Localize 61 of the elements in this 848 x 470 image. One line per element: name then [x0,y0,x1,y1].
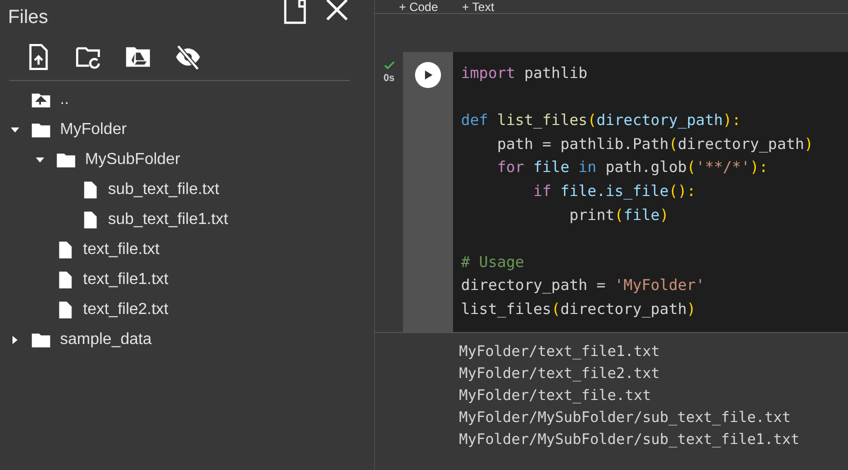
tree-item-label[interactable]: text_file2.txt [83,298,168,322]
code-token: directory_path [678,134,804,153]
code-token: 'MyFolder' [614,276,705,294]
code-token: if [532,182,552,200]
toolbar-button[interactable]: + Code [391,0,446,13]
play-icon [422,69,434,81]
code-token: file [532,158,570,176]
output-line: MyFolder/text_file2.txt [459,364,660,384]
output-line: MyFolder/text_file.txt [459,386,652,406]
tree-item-label[interactable]: text_file1.txt [83,268,168,292]
collapse-caret-icon[interactable] [35,155,45,165]
code-token: ) [686,300,696,318]
code-token: ( [686,158,696,176]
code-token: ): [750,158,768,176]
tree-item-label[interactable]: sub_text_file1.txt [108,208,228,232]
window-icon [282,0,308,26]
code-token: file.is_file [559,182,669,200]
tree-item-label[interactable]: sample_data [60,328,152,352]
code-token: ): [722,111,741,130]
toolbar-button[interactable]: + Text [454,0,502,13]
output-line: MyFolder/MySubFolder/sub_text_file1.txt [459,430,800,450]
code-token: path = pathlib.Path [496,134,669,153]
code-token: # Usage [461,252,524,271]
code-token: ( [587,111,596,130]
tree-item-label[interactable]: .. [60,88,69,112]
code-token: ) [660,206,669,224]
code-token: import [461,64,516,82]
code-token: ) [804,134,814,153]
collapse-caret-icon[interactable] [10,125,20,135]
output-line: MyFolder/MySubFolder/sub_text_file.txt [459,408,791,428]
code-token: directory_path [596,111,723,130]
check-icon [384,60,394,71]
output-line: MyFolder/text_file1.txt [459,342,660,362]
tree-item-label[interactable]: sub_text_file.txt [108,178,220,202]
code-token: def [461,111,488,130]
run-button[interactable] [415,62,441,88]
code-token: ( [614,206,624,224]
code-token: ( [551,300,560,318]
eye-slash-icon [175,44,201,70]
code-token: list_files [461,300,552,318]
hide-files-button[interactable] [175,44,201,70]
code-token: in [577,158,596,176]
expand-caret-icon[interactable] [10,335,20,345]
code-token: for [496,158,524,176]
code-token: '**/*' [696,158,750,176]
code-token: (): [668,182,696,200]
code-token: print [568,206,615,224]
panel-title: Files [8,6,48,30]
tree-item-label[interactable]: MySubFolder [85,148,180,172]
code-token: list_files [496,111,588,130]
new-tab-button[interactable] [282,0,308,26]
execution-time: 0s [383,72,395,86]
code-token: file [624,206,660,224]
tree-item-label[interactable]: MyFolder [60,118,127,142]
code-token: pathlib [523,64,588,82]
code-token: directory_path [560,300,687,318]
code-token: ( [668,134,678,153]
tree-item-label[interactable]: text_file.txt [83,238,160,262]
code-token: path.glob [604,158,687,176]
code-editor[interactable] [453,52,848,332]
code-token: directory_path = [461,276,606,294]
